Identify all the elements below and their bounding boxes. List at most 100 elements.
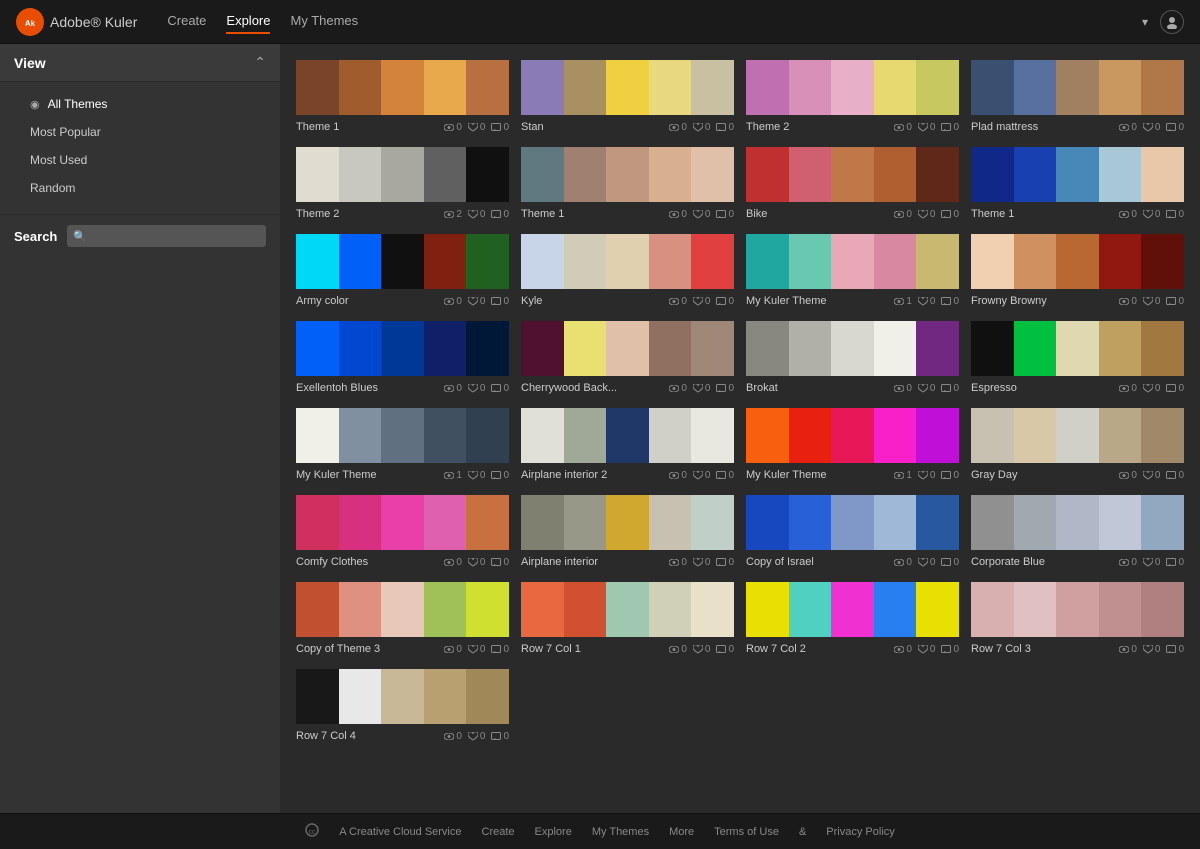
theme-card[interactable]: Cherrywood Back... 0 0 0 (515, 315, 740, 402)
theme-card[interactable]: Row 7 Col 3 0 0 0 (965, 576, 1190, 663)
nav-explore[interactable]: Explore (226, 9, 270, 34)
theme-stats: 0 0 0 (894, 644, 959, 655)
theme-card[interactable]: Corporate Blue 0 0 0 (965, 489, 1190, 576)
theme-card[interactable]: Kyle 0 0 0 (515, 228, 740, 315)
color-swatch (916, 495, 959, 550)
mostused-label: Most Used (30, 153, 87, 167)
color-swatch (521, 408, 564, 463)
theme-card[interactable]: Row 7 Col 1 0 0 0 (515, 576, 740, 663)
dropdown-icon[interactable]: ▾ (1142, 15, 1148, 29)
color-swatch (1099, 147, 1142, 202)
color-swatch (874, 147, 917, 202)
views-stat: 0 (444, 644, 462, 655)
theme-card[interactable]: Copy of Israel 0 0 0 (740, 489, 965, 576)
footer-mythemes[interactable]: My Themes (592, 826, 649, 838)
likes-stat: 0 (1143, 383, 1161, 394)
color-swatch (916, 582, 959, 637)
theme-card[interactable]: My Kuler Theme 1 0 0 (740, 228, 965, 315)
color-swatch (874, 321, 917, 376)
theme-card[interactable]: Airplane interior 2 0 0 0 (515, 402, 740, 489)
allthemes-label: All Themes (48, 97, 108, 111)
theme-card[interactable]: Airplane interior 0 0 0 (515, 489, 740, 576)
nav-mythemes[interactable]: My Themes (290, 9, 358, 34)
color-swatch (521, 321, 564, 376)
footer-create[interactable]: Create (482, 826, 515, 838)
color-swatch (1014, 147, 1057, 202)
sidebar-item-mostused[interactable]: Most Used (0, 146, 280, 174)
comments-stat: 0 (941, 383, 959, 394)
color-swatch (381, 408, 424, 463)
allthemes-icon: ◉ (30, 98, 40, 111)
theme-card[interactable]: Brokat 0 0 0 (740, 315, 965, 402)
logo[interactable]: Ak Adobe® Kuler (16, 8, 137, 36)
theme-card[interactable]: Exellentoh Blues 0 0 0 (290, 315, 515, 402)
search-input[interactable] (91, 229, 260, 243)
footer-terms[interactable]: Terms of Use (714, 826, 779, 838)
theme-card[interactable]: Bike 0 0 0 (740, 141, 965, 228)
theme-card[interactable]: Theme 1 0 0 0 (290, 54, 515, 141)
comments-stat: 0 (941, 557, 959, 568)
views-stat: 0 (1119, 296, 1137, 307)
theme-card[interactable]: Gray Day 0 0 0 (965, 402, 1190, 489)
color-swatch (916, 408, 959, 463)
theme-swatches (521, 60, 734, 115)
views-stat: 0 (669, 470, 687, 481)
theme-card[interactable]: Army color 0 0 0 (290, 228, 515, 315)
views-stat: 0 (1119, 209, 1137, 220)
color-swatch (466, 408, 509, 463)
sidebar-item-mostpopular[interactable]: Most Popular (0, 118, 280, 146)
topnav: Ak Adobe® Kuler Create Explore My Themes… (0, 0, 1200, 44)
views-stat: 0 (894, 209, 912, 220)
theme-card[interactable]: Row 7 Col 4 0 0 0 (290, 663, 515, 750)
theme-swatches (296, 234, 509, 289)
theme-card[interactable]: Stan 0 0 0 (515, 54, 740, 141)
footer-privacy[interactable]: Privacy Policy (826, 826, 894, 838)
theme-card[interactable]: Frowny Browny 0 0 0 (965, 228, 1190, 315)
heart-icon (693, 210, 703, 219)
color-swatch (1099, 234, 1142, 289)
theme-card[interactable]: Theme 1 0 0 0 (965, 141, 1190, 228)
views-stat: 0 (444, 731, 462, 742)
theme-card[interactable]: Plad mattress 0 0 0 (965, 54, 1190, 141)
search-input-wrap[interactable]: 🔍 (67, 225, 266, 247)
color-swatch (1014, 408, 1057, 463)
heart-icon (693, 471, 703, 480)
theme-stats: 0 0 0 (669, 383, 734, 394)
theme-card[interactable]: Comfy Clothes 0 0 0 (290, 489, 515, 576)
theme-swatches (521, 234, 734, 289)
topnav-links: Create Explore My Themes (167, 9, 1142, 34)
theme-card[interactable]: Theme 2 0 0 0 (740, 54, 965, 141)
sidebar-item-allthemes[interactable]: ◉ All Themes (0, 90, 280, 118)
likes-stat: 0 (918, 557, 936, 568)
heart-icon (468, 384, 478, 393)
search-label: Search (14, 229, 57, 244)
likes-stat: 0 (1143, 122, 1161, 133)
theme-card[interactable]: Theme 1 0 0 0 (515, 141, 740, 228)
theme-card[interactable]: Row 7 Col 2 0 0 0 (740, 576, 965, 663)
color-swatch (789, 147, 832, 202)
theme-card[interactable]: Espresso 0 0 0 (965, 315, 1190, 402)
likes-stat: 0 (918, 122, 936, 133)
theme-card[interactable]: Theme 2 2 0 0 (290, 141, 515, 228)
theme-stats: 0 0 0 (444, 731, 509, 742)
comment-icon (941, 123, 951, 132)
theme-card[interactable]: My Kuler Theme 1 0 0 (740, 402, 965, 489)
theme-swatches (296, 495, 509, 550)
eye-icon (1119, 124, 1129, 131)
theme-name: Kyle (521, 295, 542, 307)
collapse-icon[interactable]: ⌃ (254, 54, 266, 71)
user-avatar[interactable] (1160, 10, 1184, 34)
likes-stat: 0 (693, 470, 711, 481)
footer-more[interactable]: More (669, 826, 694, 838)
theme-stats: 0 0 0 (669, 644, 734, 655)
footer-explore[interactable]: Explore (535, 826, 572, 838)
color-swatch (339, 495, 382, 550)
theme-card[interactable]: Copy of Theme 3 0 0 0 (290, 576, 515, 663)
color-swatch (424, 408, 467, 463)
color-swatch (916, 321, 959, 376)
comments-stat: 0 (1166, 644, 1184, 655)
comments-stat: 0 (716, 122, 734, 133)
theme-card[interactable]: My Kuler Theme 1 0 0 (290, 402, 515, 489)
nav-create[interactable]: Create (167, 9, 206, 34)
sidebar-item-random[interactable]: Random (0, 174, 280, 202)
